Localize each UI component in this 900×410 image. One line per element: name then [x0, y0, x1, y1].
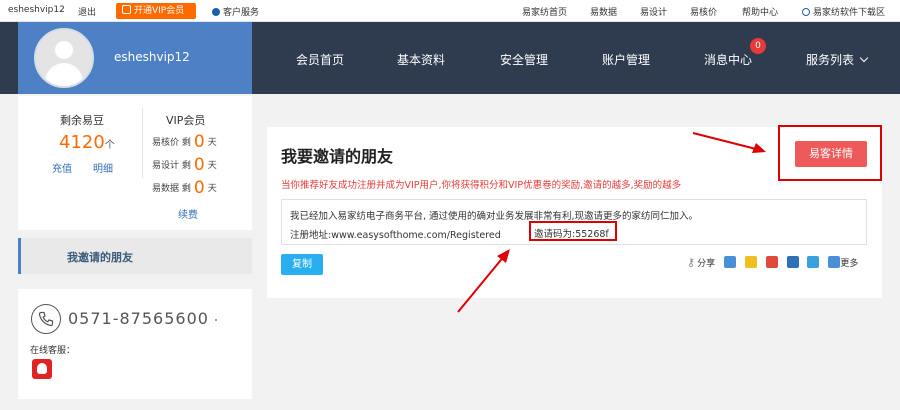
annotation-arrows — [457, 132, 766, 313]
arrow-to-detail — [692, 132, 761, 151]
arrow-to-code — [457, 254, 506, 313]
